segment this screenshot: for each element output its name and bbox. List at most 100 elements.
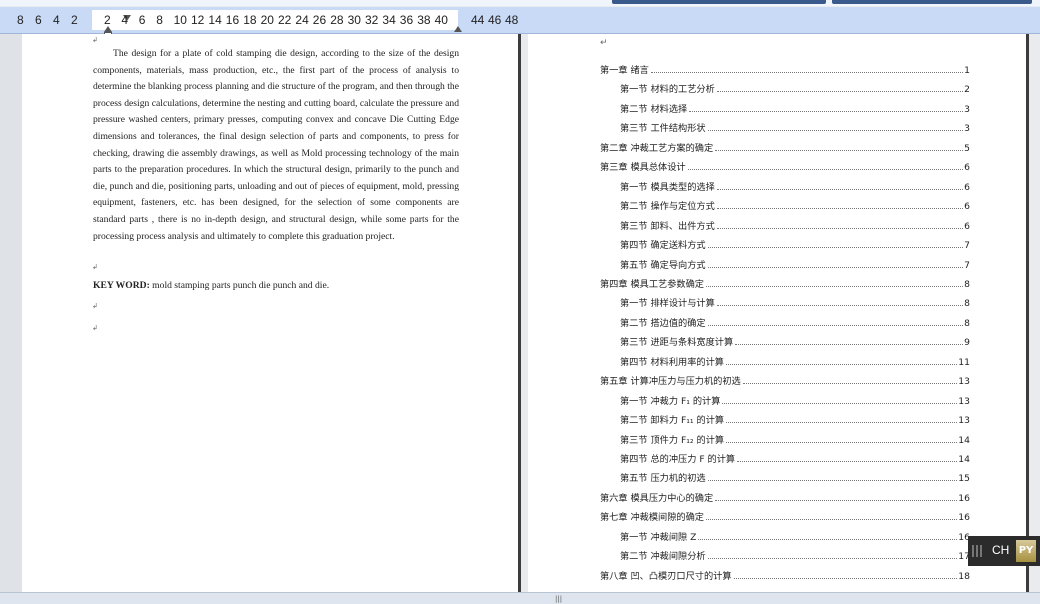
toc-entry-label: 第二章 冲裁工艺方案的确定 xyxy=(600,142,714,154)
toc-leader-dots xyxy=(715,149,963,151)
toc-leader-dots xyxy=(707,247,963,249)
toc-entry[interactable]: 第二节 材料选择 3 xyxy=(620,99,970,115)
toc-entry-page: 6 xyxy=(964,201,970,213)
toc-entry[interactable]: 第一节 材料的工艺分析 2 xyxy=(620,79,970,95)
toc-leader-dots xyxy=(726,441,958,443)
toc-entry[interactable]: 第四章 模具工艺参数确定 8 xyxy=(600,274,970,290)
toc-entry-label: 第五节 确定导向方式 xyxy=(620,259,706,271)
toc-entry-page: 3 xyxy=(964,103,970,115)
horizontal-ruler[interactable]: 8 6 4 2 2 4 6 8 10 12 14 16 18 20 22 24 26 28 30 32 34 36 38 40… xyxy=(0,7,1040,38)
ruler-number: 20 xyxy=(260,13,274,27)
toc-entry[interactable]: 第二节 操作与定位方式 6 xyxy=(620,196,970,212)
ruler-number: 2 xyxy=(71,13,78,27)
right-indent-marker[interactable] xyxy=(454,26,462,32)
toc-entry[interactable]: 第二节 卸料力 F₁₁ 的计算 13 xyxy=(620,410,970,426)
ruler-number: 6 xyxy=(35,13,42,27)
toc-entry-page: 14 xyxy=(958,454,970,465)
toc-entry-label: 第八章 凹、凸模刃口尺寸的计算 xyxy=(600,570,732,582)
toc-leader-dots xyxy=(722,402,958,404)
toc-entry-page: 8 xyxy=(964,298,970,310)
toc-entry[interactable]: 第一节 排样设计与计算 8 xyxy=(620,293,970,309)
toc-entry-page: 7 xyxy=(964,240,970,252)
keywords-line[interactable]: KEY WORD: mold stamping parts punch die … xyxy=(93,280,329,291)
toc-entry[interactable]: 第一章 绪言 1 xyxy=(600,60,970,76)
document-left-gutter xyxy=(0,34,22,592)
toc-entry-label: 第六章 模具压力中心的确定 xyxy=(600,492,714,504)
toc-entry-page: 7 xyxy=(964,259,970,271)
toc-entry[interactable]: 第八章 凹、凸模刃口尺寸的计算 18 xyxy=(600,566,970,582)
toc-entry-label: 第四节 确定送料方式 xyxy=(620,240,706,252)
ime-language-bar[interactable]: CH PY xyxy=(968,536,1040,566)
toc-entry[interactable]: 第一节 冲裁力 F₁ 的计算 13 xyxy=(620,391,970,407)
ruler-number: 18 xyxy=(243,13,257,27)
toc-leader-dots xyxy=(716,227,963,229)
ruler-number: 8 xyxy=(17,13,24,27)
keyword-text: mold stamping parts punch die punch and … xyxy=(149,280,330,291)
toc-entry-label: 第二节 冲裁间隙分析 xyxy=(620,551,706,563)
horizontal-scrollbar[interactable]: ||| xyxy=(0,592,1040,604)
toc-entry-page: 14 xyxy=(958,434,970,446)
toc-entry[interactable]: 第三节 工件结构形状 3 xyxy=(620,118,970,134)
paragraph-mark: ↲ xyxy=(92,324,98,332)
ruler-number: 16 xyxy=(225,13,240,27)
toc-entry-label: 第一节 冲裁力 F₁ 的计算 xyxy=(620,395,721,407)
abstract-paragraph[interactable]: The design for a plate of cold stamping … xyxy=(93,46,459,245)
toc-entry[interactable]: 第五节 压力机的初选 15 xyxy=(620,468,970,484)
document-page-left[interactable]: ↲ The design for a plate of cold stampin… xyxy=(22,34,518,592)
scrollbar-grip-icon[interactable]: ||| xyxy=(555,595,562,603)
toc-entry[interactable]: 第七章 冲裁模间隙的确定 16 xyxy=(600,507,970,523)
toc-leader-dots xyxy=(742,383,958,385)
ruler-number: 6 xyxy=(138,13,146,27)
toc-entry[interactable]: 第四节 确定送料方式 7 xyxy=(620,235,970,251)
toc-entry[interactable]: 第一节 冲裁间隙 Z 16 xyxy=(620,527,970,543)
toc-entry-page: 13 xyxy=(958,415,970,427)
toc-entry-page: 8 xyxy=(964,278,970,290)
toc-entry[interactable]: 第五节 确定导向方式 7 xyxy=(620,255,970,271)
toc-entry[interactable]: 第三章 模具总体设计 6 xyxy=(600,157,970,173)
toc-entry[interactable]: 第三节 顶件力 F₁₂ 的计算 14 xyxy=(620,430,970,446)
ruler-number: 10 xyxy=(173,13,187,27)
toc-entry-label: 第一节 冲裁间隙 Z xyxy=(620,531,697,543)
toc-entry-label: 第一节 材料的工艺分析 xyxy=(620,84,715,96)
toc-entry[interactable]: 第五章 计算冲压力与压力机的初选 13 xyxy=(600,371,970,387)
ime-language-label[interactable]: CH xyxy=(992,543,1009,557)
toc-entry[interactable]: 第三节 进距与条料宽度计算 9 xyxy=(620,332,970,348)
document-page-right[interactable]: ↵ 第一章 绪言 1 第一节 材料的工艺分析 2 第二节 材料选择 3 第三节 工件结构形状… xyxy=(528,34,1026,592)
toc-entry[interactable]: 第二节 冲裁间隙分析 17 xyxy=(620,546,970,562)
toc-entry-page: 18 xyxy=(958,570,970,582)
toc-entry-label: 第七章 冲裁模间隙的确定 xyxy=(600,512,704,524)
toc-entry-page: 3 xyxy=(964,123,970,135)
toc-entry-page: 16 xyxy=(958,492,970,504)
ime-grip-icon[interactable] xyxy=(972,545,984,557)
toc-leader-dots xyxy=(716,208,963,210)
ruler-number: 44 xyxy=(471,13,485,27)
toc-entry[interactable]: 第一节 模具类型的选择 6 xyxy=(620,177,970,193)
toc-entry-page: 1 xyxy=(964,65,970,76)
toc-leader-dots xyxy=(707,130,963,132)
toc-entry-label: 第三节 进距与条料宽度计算 xyxy=(620,337,734,349)
toc-entry-page: 16 xyxy=(958,512,970,524)
ruler-number: 36 xyxy=(399,13,414,27)
toc-entry-page: 8 xyxy=(964,317,970,329)
paragraph-mark: ↲ xyxy=(92,302,98,310)
toc-entry[interactable]: 第四节 材料利用率的计算 11 xyxy=(620,352,970,368)
toc-entry-label: 第一节 模具类型的选择 xyxy=(620,181,715,193)
toc-entry-page: 6 xyxy=(964,220,970,232)
toc-entry[interactable]: 第三节 卸料、出件方式 6 xyxy=(620,216,970,232)
toc-leader-dots xyxy=(707,266,963,268)
toc-entry[interactable]: 第二章 冲裁工艺方案的确定 5 xyxy=(600,138,970,154)
toc-entry-label: 第四节 总的冲压力 F 的计算 xyxy=(620,454,736,465)
page-separator xyxy=(518,34,521,592)
pinyin-logo-icon[interactable]: PY xyxy=(1016,540,1036,562)
table-of-contents: 第一章 绪言 1 第一节 材料的工艺分析 2 第二节 材料选择 3 第三节 工件结构形状 3 第… xyxy=(528,34,1026,592)
ruler-number: 32 xyxy=(365,13,379,27)
toc-entry-label: 第五节 压力机的初选 xyxy=(620,473,706,485)
toc-entry-label: 第四节 材料利用率的计算 xyxy=(620,356,724,368)
ruler-number: 46 xyxy=(488,13,502,27)
toc-entry[interactable]: 第四节 总的冲压力 F 的计算 14 xyxy=(620,449,970,465)
toc-entry-label: 第三节 卸料、出件方式 xyxy=(620,220,715,232)
toc-entry[interactable]: 第二节 搭边值的确定 8 xyxy=(620,313,970,329)
title-bar-segment xyxy=(612,0,826,4)
paragraph-mark: ↲ xyxy=(92,263,98,271)
toc-entry[interactable]: 第六章 模具压力中心的确定 16 xyxy=(600,488,970,504)
